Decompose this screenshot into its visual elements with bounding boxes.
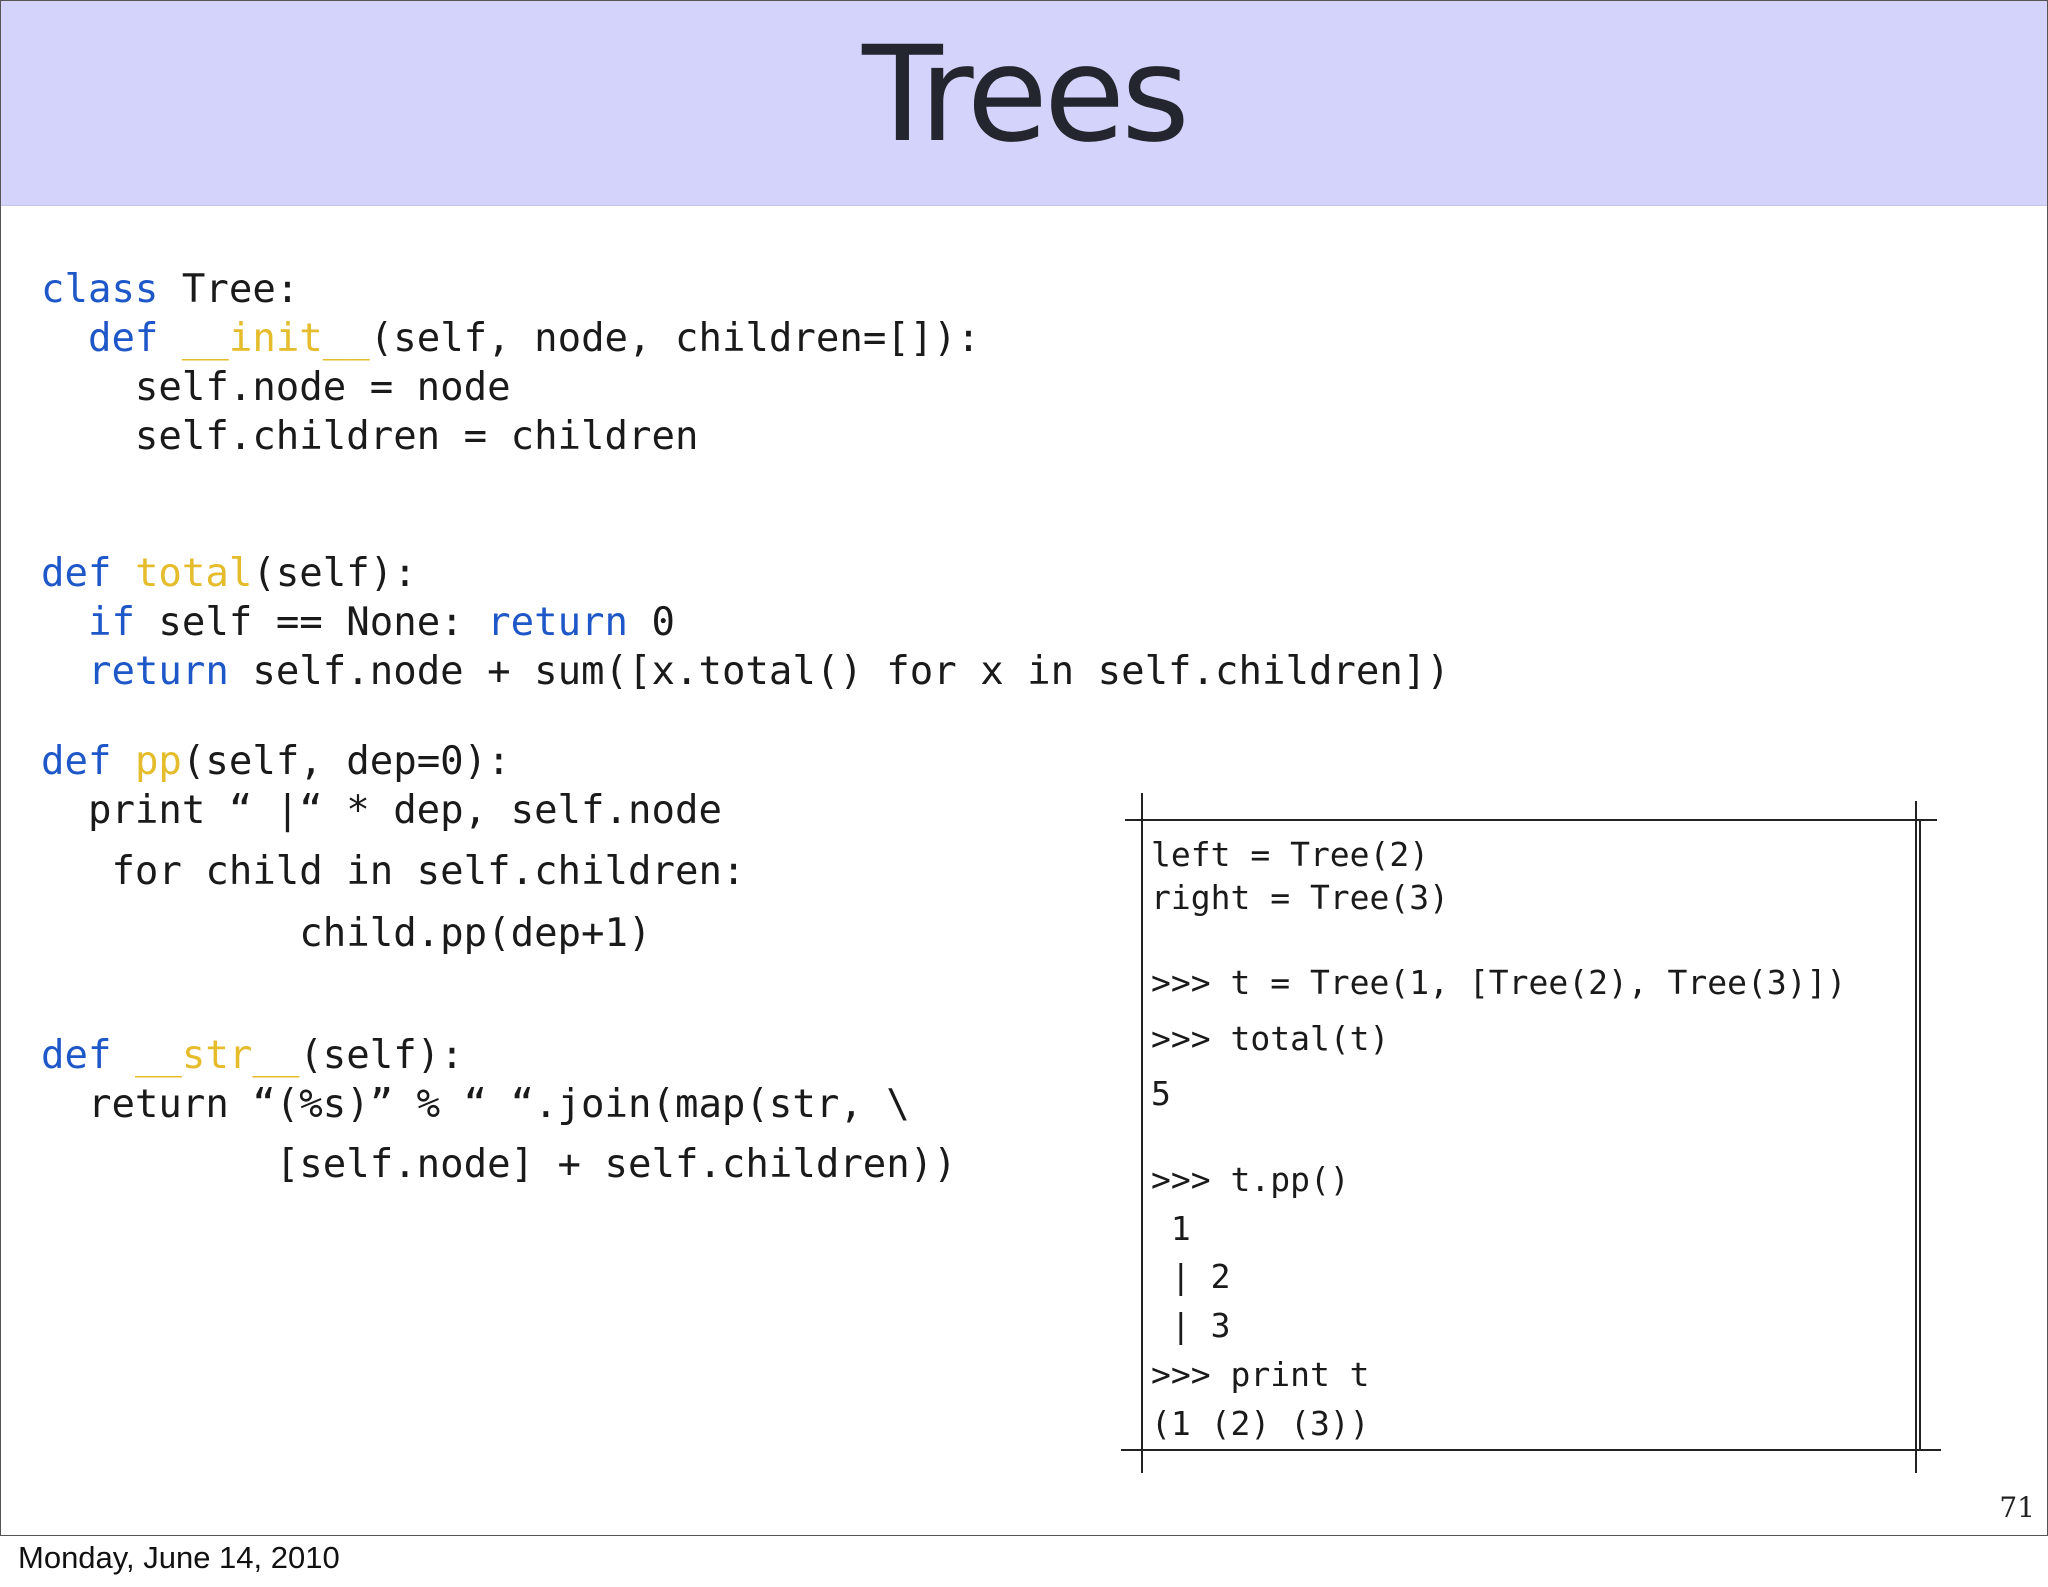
console-right-rule <box>1915 801 1917 1473</box>
function-name: total <box>134 551 253 596</box>
code-line: self.children = children <box>41 414 699 459</box>
code-text: (self, dep=0): <box>181 739 511 784</box>
code-text: (self): <box>299 1033 464 1078</box>
code-text: (self, node, children=[]): <box>369 316 981 361</box>
code-block: class Tree: def __init__(self, node, chi… <box>1 1 1450 1187</box>
title-band: Trees <box>1 1 2047 206</box>
code-line: return “(%s)” % “ “.join(map(str, \ <box>41 1082 910 1127</box>
code-line: self.node = node <box>41 365 511 410</box>
keyword: def <box>41 551 112 596</box>
code-text: self == None: <box>134 600 488 645</box>
code-line: def total(self): <box>41 550 417 598</box>
function-name: __init__ <box>181 316 370 361</box>
console-line: >>> print t <box>1151 1355 1370 1394</box>
footer-date: Monday, June 14, 2010 <box>18 1540 340 1575</box>
console-line: | 2 <box>1151 1257 1231 1296</box>
console-line: left = Tree(2) <box>1151 835 1430 874</box>
slide: Trees class Tree: def __init__(self, nod… <box>0 0 2048 1536</box>
console-line: >>> total(t) <box>1151 1019 1390 1058</box>
console-line: 1 <box>1151 1209 1191 1248</box>
code-line: child.pp(dep+1) <box>41 911 652 956</box>
console-bottom-rule <box>1121 1449 1941 1451</box>
keyword: return <box>487 600 629 645</box>
code-line: if self == None: return 0 <box>41 599 675 647</box>
keyword: def <box>87 316 159 361</box>
console-line: | 3 <box>1151 1306 1231 1345</box>
code-text: 0 <box>628 600 676 645</box>
code-text: Tree: <box>158 267 300 312</box>
console-line: >>> t = Tree(1, [Tree(2), Tree(3)]) <box>1151 963 1847 1002</box>
code-line: print “ |“ * dep, self.node <box>41 788 722 833</box>
console-line: >>> t.pp() <box>1151 1160 1350 1199</box>
code-line: return self.node + sum([x.total() for x … <box>41 648 1450 696</box>
keyword: def <box>41 1033 112 1078</box>
code-line: class Tree: <box>41 266 299 314</box>
page-number: 71 <box>1999 1491 2035 1524</box>
console-line: (1 (2) (3)) <box>1151 1404 1370 1443</box>
function-name: pp <box>134 739 182 784</box>
function-name: __str__ <box>134 1033 300 1078</box>
console-left-rule <box>1141 793 1143 1473</box>
console-top-rule <box>1125 819 1937 821</box>
code-line: for child in self.children: <box>41 849 746 894</box>
keyword: def <box>41 739 112 784</box>
console-line: right = Tree(3) <box>1151 878 1450 917</box>
keyword: if <box>87 600 135 645</box>
keyword: return <box>87 649 229 694</box>
code-line: def __str__(self): <box>41 1032 464 1080</box>
code-text: self.node + sum([x.total() for x in self… <box>228 649 1450 694</box>
code-line: [self.node] + self.children)) <box>41 1142 957 1187</box>
code-line: def pp(self, dep=0): <box>41 738 511 786</box>
slide-title: Trees <box>862 18 1190 172</box>
code-text: (self): <box>252 551 417 596</box>
console-line: 5 <box>1151 1074 1171 1113</box>
code-line: def __init__(self, node, children=[]): <box>41 315 980 363</box>
keyword: class <box>41 267 159 312</box>
